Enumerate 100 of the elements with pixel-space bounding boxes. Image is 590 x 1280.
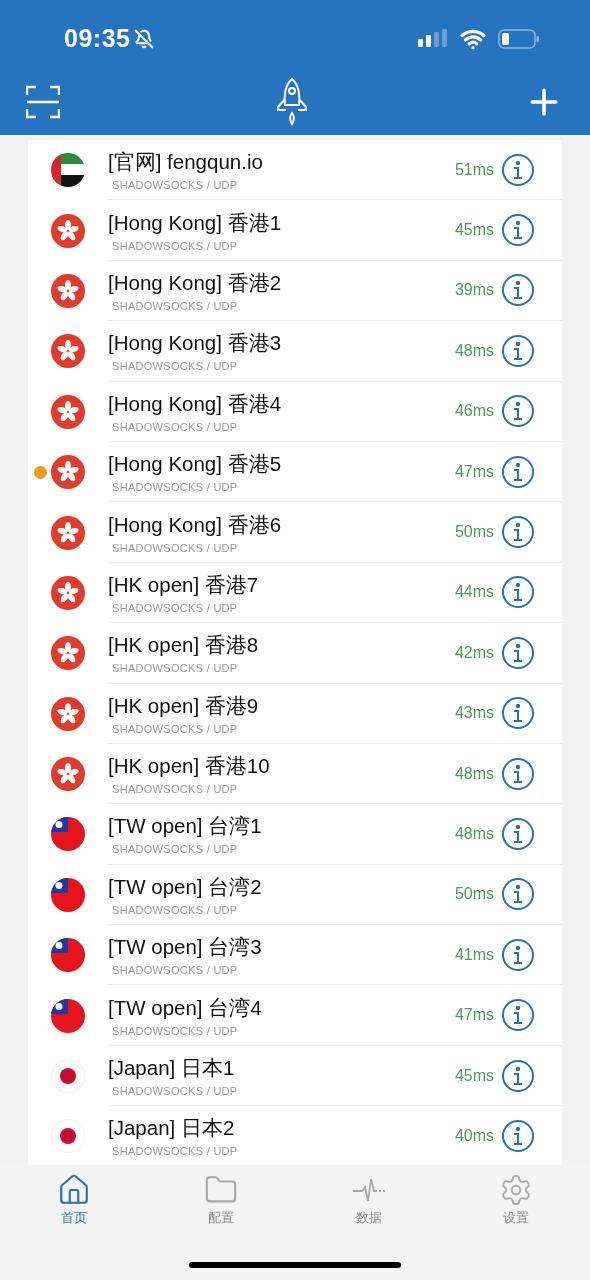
server-name: [Hong Kong] 香港6 <box>108 511 283 538</box>
server-protocol: SHADOWSOCKS / UDP <box>112 239 239 252</box>
server-protocol: SHADOWSOCKS / UDP <box>112 420 239 433</box>
info-icon <box>511 642 525 663</box>
server-name: [TW open] 台湾4 <box>108 994 263 1021</box>
info-button[interactable] <box>502 1119 534 1152</box>
server-protocol: SHADOWSOCKS / UDP <box>112 964 239 977</box>
server-protocol: SHADOWSOCKS / UDP <box>112 541 239 554</box>
server-protocol: SHADOWSOCKS / UDP <box>112 1024 239 1037</box>
info-icon <box>511 461 525 482</box>
tab[interactable]: 数据 <box>328 1173 409 1227</box>
server-name: [官网] fengqun.io <box>108 149 264 176</box>
flag-icon <box>51 515 85 550</box>
flag-icon <box>51 877 85 912</box>
info-icon <box>511 522 525 543</box>
flag-icon <box>51 334 85 369</box>
info-button[interactable] <box>502 818 534 850</box>
server-name: [HK open] 香港10 <box>108 753 271 780</box>
info-button[interactable] <box>502 334 534 367</box>
info-button[interactable] <box>502 878 534 911</box>
latency: 39ms <box>454 281 494 300</box>
rocket-icon <box>275 77 309 127</box>
info-button[interactable] <box>502 153 534 186</box>
info-button[interactable] <box>502 636 534 669</box>
flag-icon <box>51 394 85 429</box>
info-button[interactable] <box>502 455 534 488</box>
flag-icon <box>51 1119 85 1154</box>
server-name: [HK open] 香港8 <box>108 632 260 659</box>
info-button[interactable] <box>502 214 534 247</box>
latency: 43ms <box>454 704 494 723</box>
server-name: [Hong Kong] 香港4 <box>108 390 283 417</box>
flag-icon <box>51 757 85 792</box>
latency: 42ms <box>454 643 494 662</box>
server-protocol: SHADOWSOCKS / UDP <box>112 722 239 735</box>
info-button[interactable] <box>502 516 534 549</box>
server-name: [Hong Kong] 香港3 <box>108 330 283 357</box>
server-name: [Hong Kong] 香港5 <box>108 451 283 478</box>
info-button[interactable] <box>502 395 534 428</box>
bell-off-icon <box>134 28 155 49</box>
latency: 41ms <box>454 945 494 964</box>
info-icon <box>511 884 525 905</box>
flag-icon <box>51 153 85 188</box>
latency: 48ms <box>454 341 494 360</box>
flag-icon <box>51 938 85 973</box>
signal-icon <box>418 28 448 49</box>
latency: 48ms <box>454 764 494 783</box>
info-button[interactable] <box>502 1059 534 1092</box>
info-button[interactable] <box>502 274 534 307</box>
server-protocol: SHADOWSOCKS / UDP <box>112 843 239 856</box>
latency: 47ms <box>454 462 494 481</box>
server-protocol: SHADOWSOCKS / UDP <box>112 299 239 312</box>
tab[interactable]: 配置 <box>181 1173 262 1227</box>
flag-icon <box>51 455 85 490</box>
info-button[interactable] <box>502 757 534 790</box>
latency: 50ms <box>454 523 494 542</box>
server-protocol: SHADOWSOCKS / UDP <box>112 1145 239 1158</box>
server-name: [TW open] 台湾3 <box>108 934 263 961</box>
latency: 48ms <box>454 825 494 843</box>
tab[interactable]: 设置 <box>476 1173 557 1227</box>
info-icon <box>511 1125 525 1146</box>
server-protocol: SHADOWSOCKS / UDP <box>112 662 239 675</box>
server-name: [HK open] 香港9 <box>108 692 260 719</box>
info-icon <box>511 220 525 241</box>
info-button[interactable] <box>502 697 534 730</box>
server-protocol: SHADOWSOCKS / UDP <box>112 179 239 192</box>
flag-icon <box>51 1059 85 1094</box>
flag-icon <box>51 696 85 731</box>
info-button[interactable] <box>502 999 534 1032</box>
server-protocol: SHADOWSOCKS / UDP <box>112 783 239 796</box>
info-icon <box>511 340 525 361</box>
info-icon <box>511 944 525 965</box>
latency: 40ms <box>454 1126 494 1145</box>
latency: 46ms <box>454 402 494 421</box>
info-icon <box>511 582 525 603</box>
info-icon <box>511 1065 525 1086</box>
server-name: [Japan] 日本1 <box>108 1055 236 1082</box>
server-name: [TW open] 台湾2 <box>108 873 263 900</box>
server-protocol: SHADOWSOCKS / UDP <box>112 360 239 373</box>
server-name: [TW open] 台湾1 <box>108 813 263 840</box>
scan-icon[interactable] <box>26 85 60 119</box>
flag-icon <box>51 213 85 248</box>
latency: 51ms <box>454 160 494 179</box>
server-name: [Hong Kong] 香港1 <box>108 209 283 236</box>
info-icon <box>511 1005 525 1026</box>
info-icon <box>511 824 525 844</box>
server-name: [Japan] 日本2 <box>108 1115 236 1142</box>
server-protocol: SHADOWSOCKS / UDP <box>112 903 239 916</box>
server-protocol: SHADOWSOCKS / UDP <box>112 481 239 494</box>
info-icon <box>511 401 525 422</box>
latency: 44ms <box>454 583 494 602</box>
flag-icon <box>51 636 85 671</box>
server-protocol: SHADOWSOCKS / UDP <box>112 1085 239 1098</box>
tab[interactable]: 首页 <box>33 1173 114 1227</box>
info-icon <box>511 280 525 301</box>
info-icon <box>511 763 525 784</box>
server-name: [HK open] 香港7 <box>108 571 260 598</box>
flag-icon <box>51 998 85 1033</box>
info-button[interactable] <box>502 576 534 609</box>
info-button[interactable] <box>502 938 534 971</box>
flag-icon <box>51 273 85 308</box>
